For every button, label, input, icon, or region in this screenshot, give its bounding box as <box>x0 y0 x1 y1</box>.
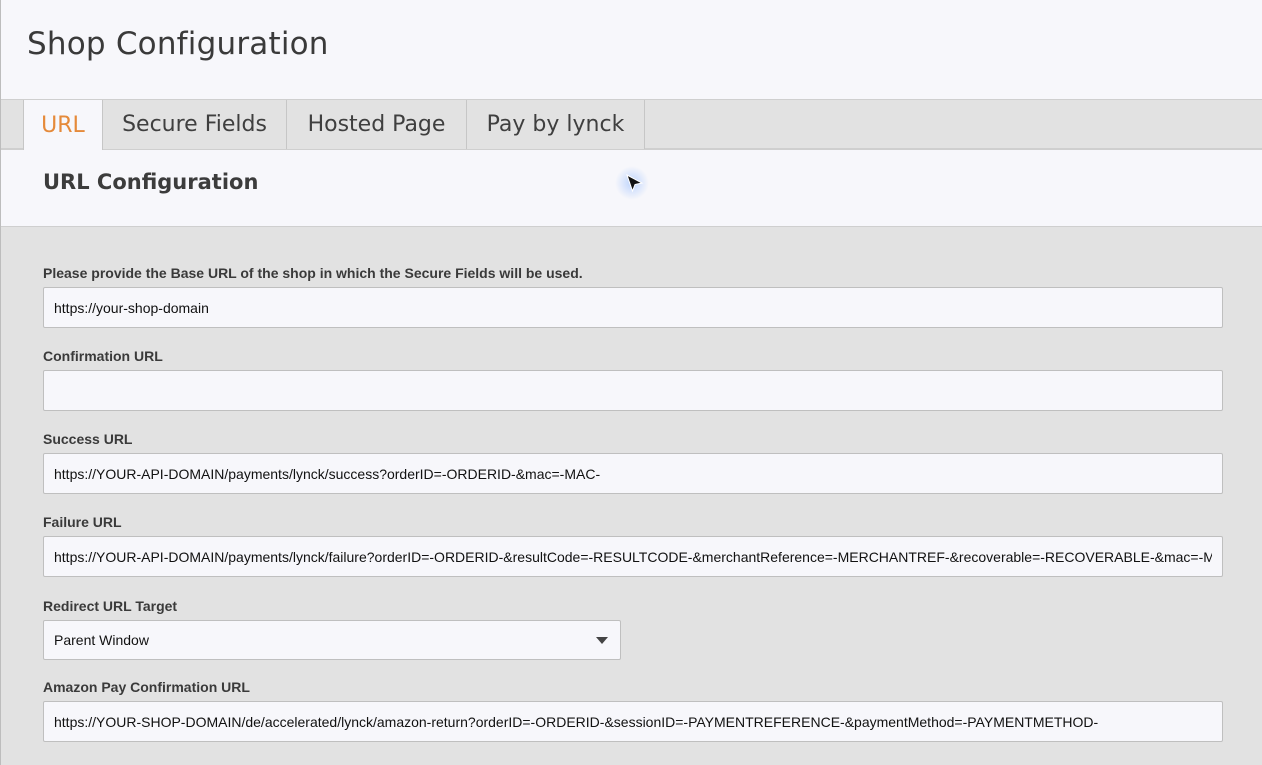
base-url-label: Please provide the Base URL of the shop … <box>43 265 583 281</box>
amazon-confirmation-url-label: Amazon Pay Confirmation URL <box>43 679 250 695</box>
tab-hosted-page[interactable]: Hosted Page <box>287 100 467 149</box>
success-url-input[interactable] <box>43 453 1223 494</box>
confirmation-url-input[interactable] <box>43 370 1223 411</box>
tab-bar: URL Secure Fields Hosted Page Pay by lyn… <box>1 100 1262 150</box>
chevron-down-icon <box>596 637 608 644</box>
redirect-target-label: Redirect URL Target <box>43 598 178 614</box>
page-header: Shop Configuration <box>1 0 1262 100</box>
confirmation-url-label: Confirmation URL <box>43 348 163 364</box>
mouse-pointer-icon <box>615 166 649 200</box>
tab-url[interactable]: URL <box>23 100 103 150</box>
page-title: Shop Configuration <box>27 26 329 62</box>
redirect-target-value: Parent Window <box>54 632 149 648</box>
failure-url-input[interactable] <box>43 536 1223 577</box>
success-url-label: Success URL <box>43 431 133 447</box>
tab-pay-by-lynck[interactable]: Pay by lynck <box>467 100 645 149</box>
shop-configuration-page: Shop Configuration URL Secure Fields Hos… <box>0 0 1262 765</box>
section-title: URL Configuration <box>43 170 259 194</box>
amazon-confirmation-url-input[interactable] <box>43 701 1223 742</box>
tab-secure-fields[interactable]: Secure Fields <box>103 100 287 149</box>
failure-url-label: Failure URL <box>43 514 122 530</box>
base-url-input[interactable] <box>43 287 1223 328</box>
redirect-target-select[interactable]: Parent Window <box>43 620 621 660</box>
